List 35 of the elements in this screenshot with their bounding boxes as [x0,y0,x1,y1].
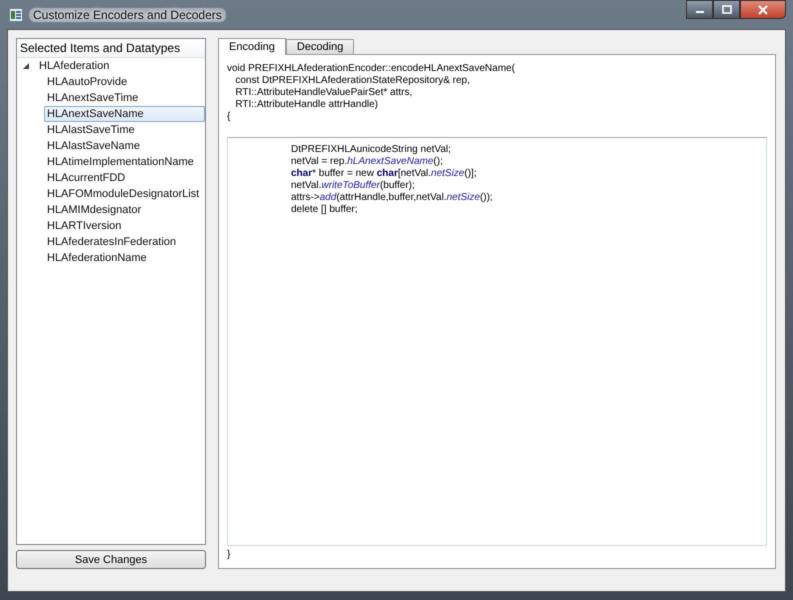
tree-item[interactable]: HLAFOMmoduleDesignatorList [44,186,205,202]
code-line: const DtPREFIXHLAfederationStateRepository& rep, [234,75,471,87]
tree-item[interactable]: HLAfederation [36,58,112,74]
code-line: delete [] buffer; [291,204,359,216]
tree-item[interactable]: HLAfederationName [44,250,205,266]
tree-item[interactable]: HLAnextSaveName [44,106,205,122]
maximize-icon [722,5,732,14]
code-line: netVal = rep.hLAnextSaveName(); [291,156,444,168]
tree-item[interactable]: HLAnextSaveTime [44,90,205,106]
tree-item[interactable]: HLAautoProvide [44,74,205,90]
tree-item[interactable]: HLAtimeImplementationName [44,154,205,170]
code-line: } [227,548,230,560]
tab[interactable]: Encoding [218,38,286,55]
code-line: RTI::AttributeHandleValuePairSet* attrs, [234,87,414,99]
close-icon [757,4,769,14]
maximize-button[interactable] [713,0,740,19]
tree-item[interactable]: HLAMIMdesignator [44,202,205,218]
code-line: void PREFIXHLAfederationEncoder::encodeHLAnextSaveName( [227,63,516,75]
code-line: { [227,111,232,123]
code-line: RTI::AttributeHandle attrHandle) [234,99,379,111]
tree-item[interactable]: HLAcurrentFDD [44,170,205,186]
app-icon [9,8,23,22]
save-changes-button[interactable]: Save Changes [16,550,206,569]
code-line: netVal.writeToBuffer(buffer); [291,180,416,192]
tree-item[interactable]: HLAfederatesInFederation [44,234,205,250]
code-line: attrs->add(attrHandle,buffer,netVal.netSize()); [291,192,494,204]
tab[interactable]: Decoding [286,39,354,54]
code-line: DtPREFIXHLAunicodeString netVal; [291,144,452,156]
close-button[interactable] [740,0,786,19]
code-line: char* buffer = new char[netVal.netSize()]; [291,168,478,180]
collapse-arrow-icon[interactable] [22,62,30,70]
tree-item[interactable]: HLAlastSaveName [44,138,205,154]
tree-item[interactable]: HLARTIversion [44,218,205,234]
minimize-button[interactable] [686,0,713,19]
tree-item[interactable]: HLAlastSaveTime [44,122,205,138]
